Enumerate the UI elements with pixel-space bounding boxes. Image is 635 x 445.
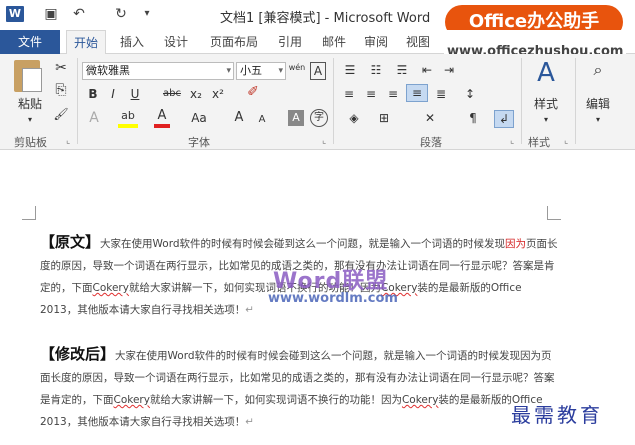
paragraph-group-label: 段落 <box>420 136 442 149</box>
styles-group-label: 样式 <box>528 136 550 149</box>
chevron-down-icon: ▾ <box>226 66 231 76</box>
chevron-down-icon: ▾ <box>543 115 548 124</box>
paragraph-mark: ↵ <box>245 304 255 316</box>
justify-icon[interactable]: ≡ <box>406 84 428 102</box>
group-divider <box>575 58 576 144</box>
tab-home[interactable]: 开始 <box>66 30 106 55</box>
tab-mailings[interactable]: 邮件 <box>314 30 354 54</box>
save-icon[interactable]: ▣ <box>42 5 60 23</box>
tab-insert[interactable]: 插入 <box>112 30 152 54</box>
group-divider <box>521 58 522 144</box>
font-family-value: 微软雅黑 <box>86 64 130 77</box>
change-case-icon[interactable]: Aa <box>188 110 210 126</box>
line-spacing-icon[interactable]: ↕ <box>460 86 480 102</box>
watermark-url: www.wordlm.com <box>268 291 398 306</box>
chevron-down-icon: ▾ <box>278 66 283 76</box>
clipboard-launcher-icon[interactable]: ⌞ <box>66 136 70 146</box>
font-size-select[interactable]: 小五 ▾ <box>236 62 286 80</box>
paragraph-modified[interactable]: 【修改后】大家在使用Word软件的时候有时候会碰到这么一个问题，就是输入一个词语… <box>40 343 560 433</box>
font-family-select[interactable]: 微软雅黑 ▾ <box>82 62 234 80</box>
margin-corner-top-right <box>547 206 561 220</box>
group-divider <box>333 58 334 144</box>
spelling-error[interactable]: Cokery <box>114 394 150 406</box>
binoculars-icon: ⌕ <box>593 60 603 79</box>
undo-icon[interactable]: ↶ <box>70 5 88 23</box>
paragraph-heading: 【修改后】 <box>40 345 116 363</box>
sort-icon[interactable]: ✕ <box>420 110 440 126</box>
styles-launcher-icon[interactable]: ⌞ <box>564 136 568 146</box>
multilevel-list-icon[interactable]: ☴ <box>392 62 412 78</box>
highlight-color-icon[interactable]: ab <box>118 108 138 128</box>
font-size-value: 小五 <box>240 64 262 77</box>
strikethrough-button[interactable]: abc <box>160 86 184 102</box>
paragraph-heading: 【原文】 <box>40 233 101 251</box>
copy-icon[interactable]: ⎘ <box>52 82 70 98</box>
increase-indent-icon[interactable]: ⇥ <box>440 62 458 78</box>
paragraph-text: 大家在使用Word软件的时候有时候会碰到这么一个问题，就是输入一个词语的时候发现 <box>100 238 506 250</box>
clear-formatting-icon[interactable]: ✐ <box>244 84 262 100</box>
margin-corner-top-left <box>22 206 36 220</box>
editing-label: 编辑 <box>585 97 610 111</box>
tab-page-layout[interactable]: 页面布局 <box>202 30 266 54</box>
numbering-icon[interactable]: ☷ <box>366 62 386 78</box>
borders-icon[interactable]: ⊞ <box>374 110 394 126</box>
tab-review[interactable]: 审阅 <box>356 30 396 54</box>
font-group-label: 字体 <box>188 136 210 149</box>
corner-stamp: 最需教育 <box>511 403 603 427</box>
character-border-icon[interactable]: A <box>310 62 326 80</box>
cut-icon[interactable]: ✂ <box>52 60 70 76</box>
grow-font-icon[interactable]: A <box>232 110 246 126</box>
bullets-icon[interactable]: ☰ <box>340 62 360 78</box>
styles-icon: A <box>537 58 555 88</box>
customize-qat-icon[interactable]: ▾ <box>138 5 156 23</box>
spelling-error[interactable]: Cokery <box>93 282 129 294</box>
phonetic-guide-icon[interactable]: wén <box>288 60 306 76</box>
group-divider <box>77 58 78 144</box>
window-title: 文档1 [兼容模式] - Microsoft Word <box>220 11 431 26</box>
shrink-font-icon[interactable]: A <box>256 112 268 128</box>
shading-icon[interactable]: ◈ <box>344 110 364 126</box>
decrease-indent-icon[interactable]: ⇤ <box>418 62 436 78</box>
character-shading-icon[interactable]: A <box>288 110 304 126</box>
enclose-characters-icon[interactable]: 字 <box>310 109 328 127</box>
bold-button[interactable]: B <box>86 86 100 102</box>
superscript-button[interactable]: x² <box>210 86 226 102</box>
font-color-icon[interactable]: A <box>154 108 170 128</box>
underline-button[interactable]: U <box>128 86 142 102</box>
paragraph-mark: ↵ <box>245 416 255 428</box>
clipboard-group-label: 剪贴板 <box>14 136 47 149</box>
redo-icon[interactable]: ↻ <box>112 5 130 23</box>
italic-button[interactable]: I <box>106 86 120 102</box>
subscript-button[interactable]: x₂ <box>188 86 204 102</box>
tab-view[interactable]: 视图 <box>398 30 438 54</box>
paragraph-text-red: 因为 <box>505 238 527 250</box>
align-left-icon[interactable]: ≡ <box>340 86 358 102</box>
spelling-error[interactable]: Cokery <box>402 394 438 406</box>
align-right-icon[interactable]: ≡ <box>384 86 402 102</box>
paste-icon-paper <box>22 68 42 92</box>
align-center-icon[interactable]: ≡ <box>362 86 380 102</box>
tab-references[interactable]: 引用 <box>270 30 310 54</box>
format-painter-icon[interactable]: 🖌 <box>52 106 70 122</box>
font-launcher-icon[interactable]: ⌞ <box>322 136 326 146</box>
ribbon: 粘贴 ▾ ✂ ⎘ 🖌 剪贴板 ⌞ 微软雅黑 ▾ 小五 ▾ wén A B I U… <box>0 54 635 150</box>
document-page[interactable]: 【原文】大家在使用Word软件的时候有时候会碰到这么一个问题，就是输入一个词语的… <box>0 151 635 445</box>
show-marks-icon[interactable]: ¶ <box>464 110 482 126</box>
styles-label: 样式 <box>533 97 558 111</box>
word-logo-icon: W <box>6 6 24 22</box>
paste-label: 粘贴 <box>17 97 42 111</box>
asian-layout-icon[interactable]: ↲ <box>494 110 514 128</box>
tab-file[interactable]: 文件 <box>0 30 60 54</box>
paragraph-text: 就给大家讲解一下，如何实现词语不换行的功能！因为 <box>149 394 402 406</box>
distributed-icon[interactable]: ≣ <box>432 86 450 102</box>
chevron-down-icon: ▾ <box>595 115 600 124</box>
paragraph-launcher-icon[interactable]: ⌞ <box>510 136 514 146</box>
title-bar: W ▣ ↶ ↻ ▾ 文档1 [兼容模式] - Microsoft Word Of… <box>0 0 635 39</box>
paste-dropdown-icon[interactable]: ▾ <box>24 112 36 128</box>
tab-design[interactable]: 设计 <box>156 30 196 54</box>
text-effects-icon[interactable]: A <box>86 110 102 126</box>
